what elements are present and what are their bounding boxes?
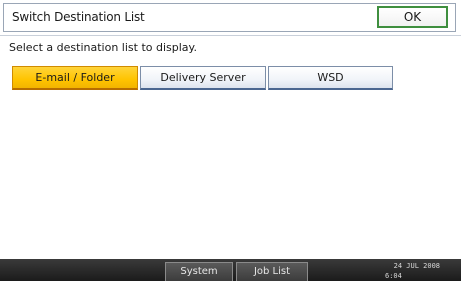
delivery-server-button[interactable]: Delivery Server [140, 66, 266, 90]
job-list-button[interactable]: Job List [236, 262, 308, 281]
instruction-text: Select a destination list to display. [9, 41, 197, 54]
system-status-button[interactable]: System Status [165, 262, 233, 281]
divider [0, 35, 461, 36]
wsd-button[interactable]: WSD [268, 66, 393, 90]
screen: Switch Destination List OK Select a dest… [0, 0, 461, 281]
date-text: 24 JUL 2008 [393, 262, 440, 270]
email-folder-button[interactable]: E-mail / Folder [12, 66, 138, 90]
time-text: 6:04 [385, 272, 402, 280]
dialog-title: Switch Destination List [12, 10, 145, 24]
date-time-display: 24 JUL 2008 6:04 [376, 261, 440, 281]
ok-button[interactable]: OK [377, 6, 448, 28]
